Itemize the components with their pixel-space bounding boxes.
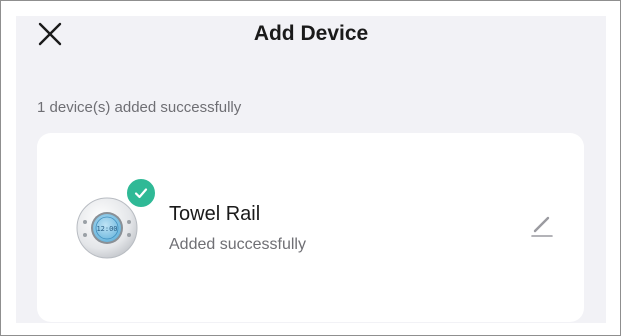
device-name: Towel Rail [169, 203, 261, 225]
page-title: Add Device [253, 22, 369, 45]
add-device-screen: Add Device 1 device(s) added successfull… [16, 16, 606, 323]
summary-status-text: 1 device(s) added successfully [37, 99, 242, 116]
screenshot-frame: Add Device 1 device(s) added successfull… [0, 0, 621, 336]
device-status: Added successfully [169, 236, 306, 253]
success-badge [124, 176, 158, 210]
edit-device-name-button[interactable] [529, 212, 555, 238]
check-icon [134, 188, 148, 199]
device-card: 12:00 Towel Rail Added successfully [37, 133, 584, 322]
device-display-reading: 12:00 [96, 225, 117, 233]
pencil-icon [531, 216, 553, 237]
